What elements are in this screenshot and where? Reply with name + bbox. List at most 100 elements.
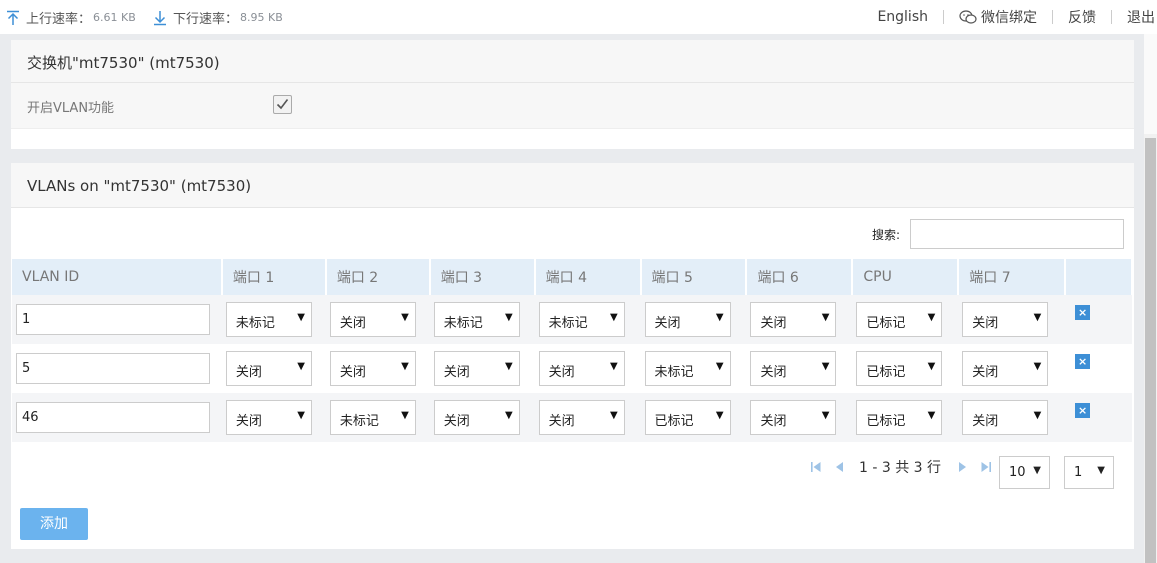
port-select-value: 关闭 [654,316,681,331]
prev-page-icon[interactable] [835,461,845,473]
column-header: 端口 7 [958,259,1067,295]
wechat-bind-link[interactable]: 微信绑定 [959,7,1037,27]
dropdown-arrow-icon: ▼ [297,410,305,421]
port-select-value: 关闭 [235,414,262,429]
last-page-icon[interactable] [981,461,992,473]
port-select-value: 已标记 [866,316,906,331]
next-page-icon[interactable] [957,461,967,473]
logout-link[interactable]: 退出 [1127,7,1155,27]
table-row: 1 未标记 ▼ 关闭 ▼ 未标记 ▼ 未标记 ▼ 关闭 ▼ 关闭 ▼ 已标记 ▼ 关闭 ▼ × [12,295,1132,344]
port-select[interactable]: 已标记 ▼ [644,400,731,435]
dropdown-arrow-icon: ▼ [505,312,513,323]
table-row: 5 关闭 ▼ 关闭 ▼ 关闭 ▼ 关闭 ▼ 未标记 ▼ 关闭 ▼ 已标记 ▼ 关闭 ▼ × [12,344,1132,393]
vlan-enable-row: 开启VLAN功能 [11,83,1134,129]
dropdown-arrow-icon: ▼ [821,410,830,421]
port-select[interactable]: 关闭 ▼ [644,302,731,337]
delete-row-icon[interactable]: × [1075,403,1091,418]
feedback-link[interactable]: 反馈 [1068,7,1096,27]
port-select[interactable]: 关闭 ▼ [750,400,837,435]
page-size-select[interactable]: 10 ▼ [999,456,1050,489]
dropdown-arrow-icon: ▼ [927,312,936,323]
port-select-value: 关闭 [548,414,575,429]
column-header: 端口 6 [746,259,854,295]
dropdown-arrow-icon: ▼ [821,312,830,323]
port-select[interactable]: 关闭 ▼ [225,400,312,435]
port-select[interactable]: 关闭 ▼ [538,400,625,435]
vlan-id-input[interactable]: 1 [16,304,210,335]
port-select[interactable]: 未标记 ▼ [538,302,625,337]
dropdown-arrow-icon: ▼ [401,361,409,372]
port-select-value: 已标记 [866,414,906,429]
port-select-value: 未标记 [443,316,483,331]
port-select-value: 已标记 [654,414,694,429]
page-number-value: 1 [1074,465,1083,480]
port-select[interactable]: 未标记 ▼ [225,302,312,337]
vlan-id-input[interactable]: 46 [16,402,210,433]
wechat-icon [959,9,977,24]
pagination: 1 - 3 共 3 行 [811,457,1005,477]
port-select-value: 关闭 [760,414,787,429]
dropdown-arrow-icon: ▼ [715,312,724,323]
port-select-value: 关闭 [548,365,575,380]
port-select[interactable]: 关闭 ▼ [962,302,1049,337]
port-select[interactable]: 关闭 ▼ [225,351,312,386]
download-speed-value: 8.95 KB [240,11,283,24]
port-select[interactable]: 未标记 ▼ [329,400,416,435]
dropdown-arrow-icon: ▼ [927,410,936,421]
port-select[interactable]: 关闭 ▼ [433,400,520,435]
port-select[interactable]: 关闭 ▼ [750,302,837,337]
wechat-bind-label: 微信绑定 [981,10,1037,26]
first-page-icon[interactable] [811,461,821,473]
search-label: 搜索: [872,228,901,242]
download-speed-label: 下行速率： [173,12,239,27]
vlan-enable-label: 开启VLAN功能 [27,101,115,116]
search-input[interactable] [910,219,1124,249]
upload-speed-value: 6.61 KB [93,11,136,24]
cpu-select[interactable]: 已标记 ▼ [856,351,943,386]
divider [1111,10,1112,24]
port-select-value: 关闭 [443,414,470,429]
cpu-select[interactable]: 已标记 ▼ [856,302,943,337]
port-select-value: 未标记 [235,316,275,331]
delete-row-icon[interactable]: × [1075,305,1091,320]
dropdown-arrow-icon: ▼ [1033,361,1042,372]
language-link[interactable]: English [877,9,928,25]
upload-speed-label: 上行速率： [26,12,92,27]
port-select[interactable]: 关闭 ▼ [750,351,837,386]
delete-row-icon[interactable]: × [1075,354,1091,369]
vlan-table: VLAN ID 端口 1 端口 2 端口 3 端口 4 端口 5 端口 6 CP… [12,259,1133,442]
column-header: 端口 1 [221,259,327,295]
port-select-value: 未标记 [548,316,588,331]
page-number-select[interactable]: 1 ▼ [1064,456,1114,489]
vlans-panel: VLANs on "mt7530" (mt7530) 搜索: VLAN ID 端… [11,163,1134,549]
vlan-enable-checkbox[interactable] [273,95,292,114]
column-header: 端口 5 [640,259,748,295]
port-select[interactable]: 关闭 ▼ [962,400,1049,435]
port-select[interactable]: 未标记 ▼ [433,302,520,337]
cpu-select[interactable]: 已标记 ▼ [856,400,943,435]
scrollbar-thumb[interactable] [1145,138,1156,563]
column-header-actions [1065,259,1133,295]
port-select[interactable]: 关闭 ▼ [962,351,1049,386]
checkmark-icon [276,99,289,110]
dropdown-arrow-icon: ▼ [297,361,305,372]
add-vlan-button[interactable]: 添加 [20,508,88,540]
dropdown-arrow-icon: ▼ [609,410,618,421]
port-select[interactable]: 关闭 ▼ [433,351,520,386]
port-select-value: 关闭 [235,365,262,380]
pagination-summary: 1 - 3 共 3 行 [859,460,942,476]
port-select-value: 关闭 [443,365,470,380]
port-select[interactable]: 关闭 ▼ [538,351,625,386]
port-select[interactable]: 关闭 ▼ [329,302,416,337]
column-header: VLAN ID [12,259,223,295]
vlan-id-input[interactable]: 5 [16,353,210,384]
port-select-value: 未标记 [654,365,694,380]
port-select[interactable]: 关闭 ▼ [329,351,416,386]
dropdown-arrow-icon: ▼ [609,361,618,372]
column-header: 端口 3 [429,259,536,295]
table-row: 46 关闭 ▼ 未标记 ▼ 关闭 ▼ 关闭 ▼ 已标记 ▼ 关闭 ▼ 已标记 ▼ 关闭 ▼ × [12,393,1132,442]
switch-panel: 交换机"mt7530" (mt7530) 开启VLAN功能 [11,40,1134,149]
download-speed: 下行速率： 8.95 KB [153,8,283,27]
port-select[interactable]: 未标记 ▼ [644,351,731,386]
vlans-panel-title: VLANs on "mt7530" (mt7530) [11,163,1134,208]
